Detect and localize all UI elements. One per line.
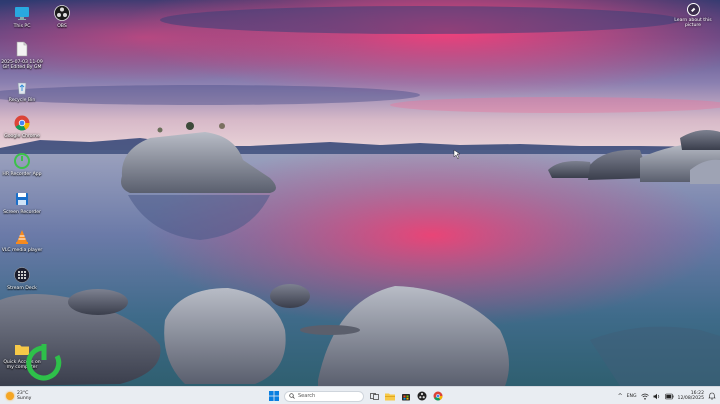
clock-date: 12/08/2025 (677, 396, 704, 401)
monitor-icon (15, 7, 29, 20)
desktop-icon-label: Stream Deck (7, 286, 37, 291)
desktop-icon-label: Recycle Bin (8, 98, 36, 103)
start-button[interactable] (268, 390, 280, 402)
desktop-icon-screen-recorder[interactable]: Screen Recorder (0, 190, 44, 215)
show-hidden-icons-chevron[interactable]: ^ (618, 393, 623, 400)
wallpaper-landscape-image (0, 0, 720, 386)
desktop-icon-vlc[interactable]: VLC media player (0, 228, 44, 253)
chrome-taskbar-button[interactable] (432, 390, 444, 402)
desktop-icon-this-pc[interactable]: This PC (0, 4, 44, 29)
recorder-watermark-logo (26, 344, 62, 381)
recorder-icon (14, 153, 30, 169)
taskbar: 23°C Sunny Search ^ ENG 16:22 12/08/2025 (0, 386, 720, 404)
file-icon (16, 41, 28, 57)
file-explorer-icon (385, 393, 395, 400)
taskbar-center: Search (268, 389, 444, 403)
weather-widget[interactable]: 23°C Sunny (6, 389, 31, 403)
search-icon (289, 393, 295, 399)
disk-icon (16, 193, 28, 205)
task-view-button[interactable] (368, 390, 380, 402)
task-view-icon (369, 392, 379, 400)
battery-icon[interactable] (664, 393, 674, 400)
system-tray: ^ ENG 16:22 12/08/2025 (618, 389, 716, 403)
chrome-icon (14, 115, 30, 131)
desktop-icon-label: OBS (57, 24, 67, 29)
search-placeholder: Search (298, 393, 316, 399)
store-button[interactable] (400, 390, 412, 402)
windows-start-icon (269, 391, 279, 401)
learn-about-this-picture[interactable]: Learn about this picture (672, 3, 714, 29)
notification-bell-icon[interactable] (708, 392, 716, 400)
recycle-bin-icon (17, 82, 27, 95)
vlc-icon (16, 230, 28, 244)
wifi-icon[interactable] (640, 393, 649, 400)
desktop-icon-hr-recorder[interactable]: HR Recorder App (0, 152, 44, 177)
desktop-wallpaper (0, 0, 720, 386)
stream-deck-icon (14, 267, 30, 283)
clock[interactable]: 16:22 12/08/2025 (678, 391, 704, 402)
weather-condition: Sunny (17, 396, 32, 401)
desktop-icon-label: HR Recorder App (2, 172, 42, 177)
volume-icon[interactable] (653, 393, 661, 400)
learn-about-label: Learn about this picture (674, 18, 712, 29)
desktop-icon-stream-deck[interactable]: Stream Deck (0, 266, 44, 291)
desktop-icon-label: VLC media player (1, 248, 43, 253)
obs-taskbar-button[interactable] (416, 390, 428, 402)
file-explorer-button[interactable] (384, 390, 396, 402)
sun-icon (6, 392, 14, 400)
desktop-icon-label: This PC (13, 24, 31, 29)
desktop-icon-label: Screen Recorder (3, 210, 41, 215)
store-icon (402, 394, 410, 401)
desktop-icon-recycle-bin[interactable]: Recycle Bin (0, 78, 44, 103)
desktop-icon-obs[interactable]: OBS (40, 4, 84, 29)
input-language-indicator[interactable]: ENG (627, 394, 637, 399)
obs-icon (54, 5, 70, 21)
desktop-icon-label: 2025-07-03 11-09 Gif Edited By GM (1, 60, 43, 71)
chrome-icon (433, 391, 443, 401)
desktop-icon-google-chrome[interactable]: Google Chrome (0, 114, 44, 139)
desktop-icon-gif-file[interactable]: 2025-07-03 11-09 Gif Edited By GM (0, 40, 44, 71)
desktop-icon-label: Google Chrome (4, 134, 40, 139)
taskbar-search-box[interactable]: Search (284, 390, 364, 402)
obs-icon (417, 391, 427, 401)
learn-about-icon (686, 3, 700, 16)
